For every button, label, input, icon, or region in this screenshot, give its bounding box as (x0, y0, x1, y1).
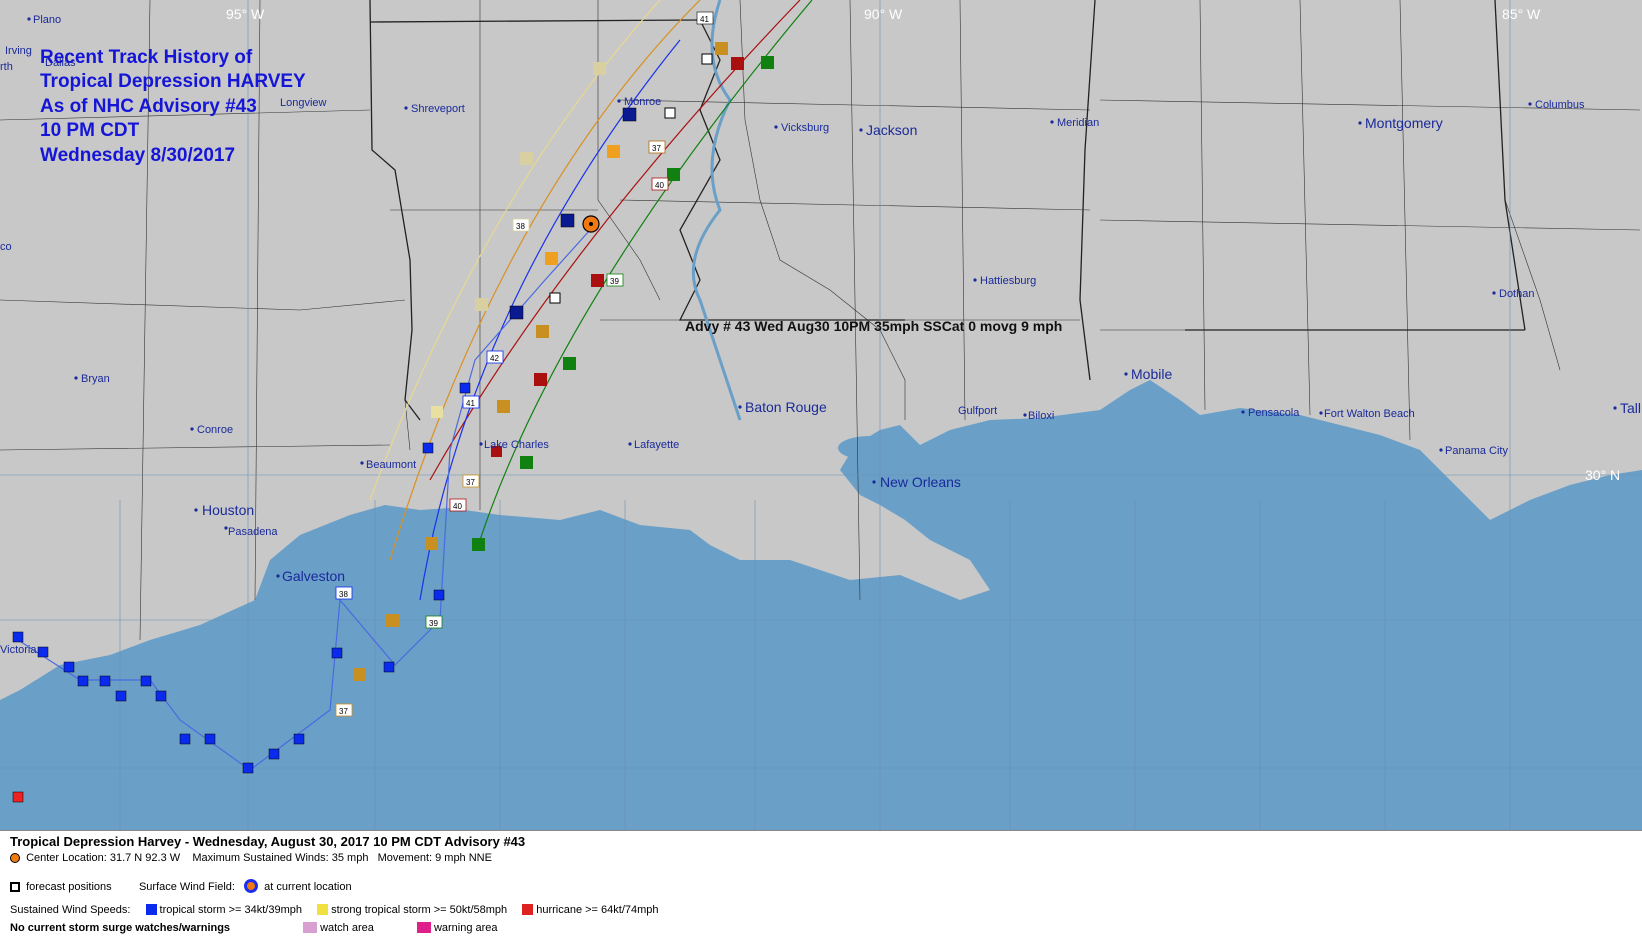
legend-wind-speeds-row: Sustained Wind Speeds: tropical storm >=… (10, 904, 671, 916)
svg-text:Tropical Depression HARVEY: Tropical Depression HARVEY (40, 71, 306, 92)
svg-text:Columbus: Columbus (1535, 99, 1585, 111)
tropical-storm-label: tropical storm >= 34kt/39mph (159, 904, 302, 916)
svg-text:Montgomery: Montgomery (1365, 115, 1443, 131)
svg-text:Panama City: Panama City (1445, 445, 1508, 457)
surface-wind-field-label: Surface Wind Field: (138, 881, 235, 893)
svg-text:Tall: Tall (1620, 400, 1641, 416)
svg-text:Meridian: Meridian (1057, 117, 1099, 129)
movement: Movement: 9 mph NNE (377, 852, 492, 864)
svg-text:Victoria: Victoria (0, 644, 37, 656)
svg-text:Lafayette: Lafayette (634, 439, 679, 451)
svg-text:As of NHC Advisory #43: As of NHC Advisory #43 (40, 96, 257, 117)
svg-text:37: 37 (652, 144, 661, 153)
svg-text:Baton Rouge: Baton Rouge (745, 399, 827, 415)
svg-text:New Orleans: New Orleans (880, 474, 961, 490)
svg-text:10 PM CDT: 10 PM CDT (40, 120, 140, 141)
svg-text:Houston: Houston (202, 502, 254, 518)
lon-label-95: 95° W (226, 6, 265, 22)
watch-area-swatch (303, 922, 318, 933)
svg-text:Monroe: Monroe (624, 96, 661, 108)
legend-center-row: Center Location: 31.7 N 92.3 W Maximum S… (10, 852, 492, 864)
svg-text:Bryan: Bryan (81, 373, 110, 385)
svg-text:Longview: Longview (280, 97, 327, 109)
svg-text:Beaumont: Beaumont (366, 459, 416, 471)
svg-text:co: co (0, 241, 12, 253)
advisory-annotation: Advy # 43 Wed Aug30 10PM 35mph SSCat 0 m… (685, 318, 1062, 334)
current-location-icon (10, 853, 20, 863)
svg-text:Gulfport: Gulfport (958, 405, 997, 417)
svg-text:Conroe: Conroe (197, 424, 233, 436)
svg-text:37: 37 (466, 478, 475, 487)
svg-text:Shreveport: Shreveport (411, 103, 465, 115)
legend-surge-row: No current storm surge watches/warnings … (10, 922, 498, 934)
svg-text:42: 42 (490, 354, 499, 363)
center-location: Center Location: 31.7 N 92.3 W (26, 852, 181, 864)
svg-text:40: 40 (655, 181, 664, 190)
no-surge-label: No current storm surge watches/warnings (10, 922, 231, 934)
svg-text:39: 39 (429, 619, 438, 628)
svg-text:Hattiesburg: Hattiesburg (980, 275, 1036, 287)
legend-panel: Tropical Depression Harvey - Wednesday, … (0, 830, 1642, 941)
warning-area-label: warning area (433, 922, 498, 934)
svg-text:Vicksburg: Vicksburg (781, 122, 829, 134)
strong-tropical-storm-label: strong tropical storm >= 50kt/58mph (331, 904, 508, 916)
track-map[interactable]: 41 37 40 38 39 42 41 37 40 38 39 37 95° … (0, 0, 1642, 830)
svg-text:Recent Track History of: Recent Track History of (40, 47, 253, 68)
forecast-positions-label: forecast positions (26, 881, 112, 893)
max-winds: Maximum Sustained Winds: 35 mph (192, 852, 369, 864)
svg-text:Pasadena: Pasadena (228, 526, 278, 538)
svg-text:Irving: Irving (5, 45, 32, 57)
svg-text:Plano: Plano (33, 14, 61, 26)
warning-area-swatch (416, 922, 431, 933)
lon-label-85: 85° W (1502, 6, 1541, 22)
legend-title: Tropical Depression Harvey - Wednesday, … (10, 834, 526, 849)
lake-pontchartrain (838, 436, 902, 460)
svg-text:37: 37 (339, 707, 348, 716)
svg-text:38: 38 (339, 590, 348, 599)
svg-text:38: 38 (516, 222, 525, 231)
svg-text:Biloxi: Biloxi (1028, 410, 1054, 422)
svg-text:Jackson: Jackson (866, 122, 917, 138)
legend-forecast-row: forecast positions Surface Wind Field: a… (10, 879, 352, 893)
svg-text:40: 40 (453, 502, 462, 511)
svg-text:Dothan: Dothan (1499, 288, 1534, 300)
svg-text:rth: rth (0, 61, 13, 73)
svg-text:Wednesday 8/30/2017: Wednesday 8/30/2017 (40, 145, 235, 166)
lon-label-90: 90° W (864, 6, 903, 22)
svg-text:Pensacola: Pensacola (1248, 407, 1300, 419)
svg-text:39: 39 (610, 277, 619, 286)
tropical-storm-swatch (145, 904, 157, 915)
svg-text:Fort Walton Beach: Fort Walton Beach (1324, 408, 1415, 420)
strong-tropical-storm-swatch (317, 904, 329, 915)
at-current-location-label: at current location (264, 881, 352, 893)
hurricane-label: hurricane >= 64kt/74mph (536, 904, 659, 916)
svg-text:41: 41 (700, 15, 709, 24)
sustained-wind-speeds-label: Sustained Wind Speeds: (10, 904, 131, 916)
svg-text:41: 41 (466, 399, 475, 408)
forecast-square-icon (10, 882, 20, 892)
svg-text:Lake Charles: Lake Charles (484, 439, 549, 451)
hurricane-swatch (522, 904, 534, 915)
svg-text:Mobile: Mobile (1131, 366, 1172, 382)
watch-area-label: watch area (320, 922, 374, 934)
svg-text:Galveston: Galveston (282, 568, 345, 584)
lat-label-30: 30° N (1585, 467, 1620, 483)
wind-field-icon (244, 879, 259, 893)
